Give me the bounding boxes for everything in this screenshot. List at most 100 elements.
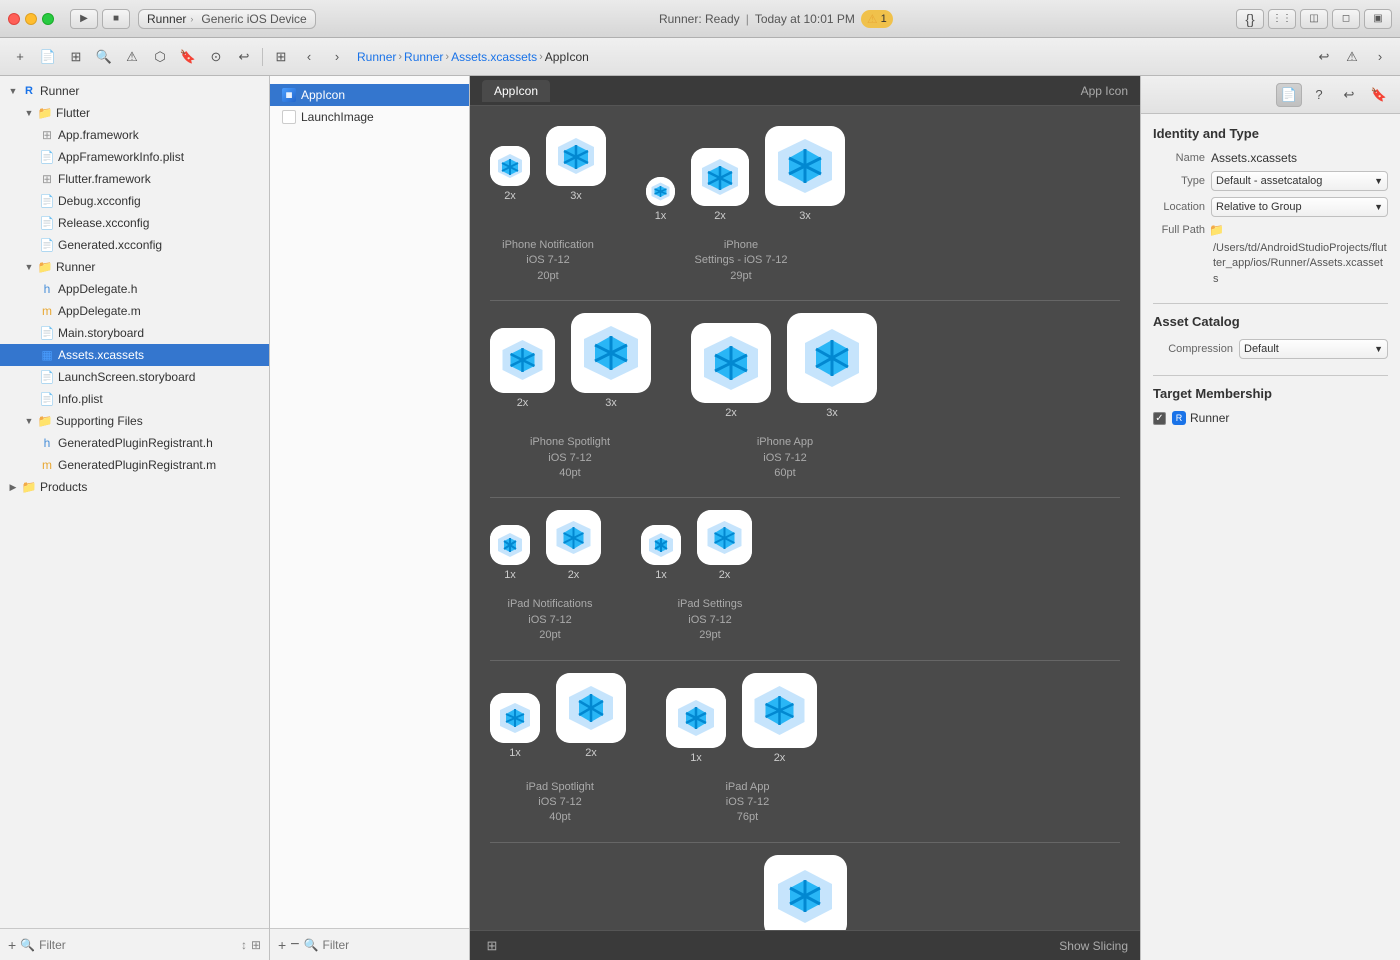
icon-grid[interactable]: 2x 3x [470, 106, 1140, 930]
ipad-settings-2x[interactable]: 2x [697, 510, 752, 581]
filter-sort-icon[interactable]: ↕ [241, 938, 247, 952]
filter-button[interactable]: ⊞ [64, 45, 88, 69]
warning-badge[interactable]: ⚠ 1 [861, 10, 893, 28]
ipad-pro-2x-box[interactable] [764, 855, 847, 930]
stop-button[interactable]: ■ [102, 9, 130, 29]
traffic-lights[interactable] [8, 13, 54, 25]
sidebar-item-generated-xcconfig[interactable]: 📄 Generated.xcconfig [0, 234, 269, 256]
scheme-selector[interactable]: Runner › Generic iOS Device [138, 9, 316, 29]
warning-button[interactable]: ⚠ [120, 45, 144, 69]
iphone-notification-3x-box[interactable] [546, 126, 606, 186]
sidebar-item-products[interactable]: 📁 Products [0, 476, 269, 498]
ipad-spotlight-2x-box[interactable] [556, 673, 626, 743]
ipad-notifications-1x-box[interactable] [490, 525, 530, 565]
iphone-spotlight-3x-box[interactable] [571, 313, 651, 393]
debug-toggle[interactable]: ◻ [1332, 9, 1360, 29]
sidebar-item-main-storyboard[interactable]: 📄 Main.storyboard [0, 322, 269, 344]
playback-controls[interactable]: ▶ ■ [70, 9, 130, 29]
iphone-spotlight-3x[interactable]: 3x [571, 313, 651, 409]
iphone-spotlight-2x-box[interactable] [490, 328, 555, 393]
sidebar-item-flutter-framework[interactable]: ⊞ Flutter.framework [0, 168, 269, 190]
ipad-settings-1x-box[interactable] [641, 525, 681, 565]
breadcrumb-assets[interactable]: Assets.xcassets [451, 50, 537, 64]
search-button[interactable]: 🔍 [92, 45, 116, 69]
next-button[interactable]: › [1368, 45, 1392, 69]
add-asset-button[interactable]: + [278, 937, 286, 953]
ipad-notifications-1x[interactable]: 1x [490, 525, 530, 581]
fullscreen-button[interactable] [42, 13, 54, 25]
iphone-notification-3x[interactable]: 3x [546, 126, 606, 202]
back-button[interactable]: ‹ [297, 45, 321, 69]
sidebar-item-info-plist[interactable]: 📄 Info.plist [0, 388, 269, 410]
sidebar-item-runner-sub[interactable]: 📁 Runner [0, 256, 269, 278]
sidebar-item-debug-xcconfig[interactable]: 📄 Debug.xcconfig [0, 190, 269, 212]
iphone-settings-3x-box[interactable] [765, 126, 845, 206]
sidebar-item-generated-plugin-h[interactable]: h GeneratedPluginRegistrant.h [0, 432, 269, 454]
iphone-notification-2x-box[interactable] [490, 146, 530, 186]
asset-filter-input[interactable] [322, 938, 477, 952]
iphone-notification-2x[interactable]: 2x [490, 146, 530, 202]
history-tab[interactable]: ↩ [1336, 83, 1362, 107]
ipad-notifications-2x-box[interactable] [546, 510, 601, 565]
iphone-settings-2x-box[interactable] [691, 148, 749, 206]
sidebar-item-assets-xcassets[interactable]: ▦ Assets.xcassets [0, 344, 269, 366]
file-item-launchimage[interactable]: LaunchImage [270, 106, 469, 128]
sidebar-item-flutter[interactable]: 📁 Flutter [0, 102, 269, 124]
sidebar-item-appdelegate-m[interactable]: m AppDelegate.m [0, 300, 269, 322]
iphone-app-3x-box[interactable] [787, 313, 877, 403]
path-icon[interactable]: 📁 [1209, 223, 1224, 237]
iphone-settings-1x[interactable]: 1x [646, 177, 675, 222]
bookmark-button[interactable]: 🔖 [176, 45, 200, 69]
quick-help-tab[interactable]: ? [1306, 83, 1332, 107]
file-item-appiconset[interactable]: ▦ AppIcon [270, 84, 469, 106]
sidebar-filter-input[interactable] [39, 938, 237, 952]
close-button[interactable] [8, 13, 20, 25]
ipad-app-2x[interactable]: 2x [742, 673, 817, 764]
ipad-app-1x[interactable]: 1x [666, 688, 726, 764]
iphone-app-3x[interactable]: 3x [787, 313, 877, 419]
ipad-settings-2x-box[interactable] [697, 510, 752, 565]
history-button[interactable]: ↩ [1312, 45, 1336, 69]
runner-target-row[interactable]: ✓ R Runner [1153, 411, 1388, 425]
show-slicing-button[interactable]: Show Slicing [1059, 939, 1128, 953]
refresh-button[interactable]: ↩ [232, 45, 256, 69]
breakpoint-button[interactable]: ⬡ [148, 45, 172, 69]
sidebar-item-appdelegate-h[interactable]: h AppDelegate.h [0, 278, 269, 300]
breadcrumb-runner-root[interactable]: Runner [357, 50, 396, 64]
file-inspector-tab[interactable]: 📄 [1276, 83, 1302, 107]
iphone-settings-1x-box[interactable] [646, 177, 675, 206]
warning-nav-button[interactable]: ⚠ [1340, 45, 1364, 69]
sidebar-item-app-framework[interactable]: ⊞ App.framework [0, 124, 269, 146]
add-file-button[interactable]: + [8, 937, 16, 953]
utilities-toggle[interactable]: ▣ [1364, 9, 1392, 29]
sidebar-item-runner-root[interactable]: R Runner [0, 80, 269, 102]
iphone-settings-2x[interactable]: 2x [691, 148, 749, 222]
appiconset-tab[interactable]: AppIcon [482, 80, 550, 102]
bookmark-tab[interactable]: 🔖 [1366, 83, 1392, 107]
sidebar-item-release-xcconfig[interactable]: 📄 Release.xcconfig [0, 212, 269, 234]
sidebar-item-launchscreen[interactable]: 📄 LaunchScreen.storyboard [0, 366, 269, 388]
sidebar-item-appframeworkinfo[interactable]: 📄 AppFrameworkInfo.plist [0, 146, 269, 168]
filter-options-icon[interactable]: ⊞ [251, 938, 261, 952]
ipad-pro-2x[interactable]: 2x [764, 855, 847, 930]
ipad-spotlight-2x[interactable]: 2x [556, 673, 626, 759]
ipad-app-1x-box[interactable] [666, 688, 726, 748]
sidebar-item-generated-plugin-m[interactable]: m GeneratedPluginRegistrant.m [0, 454, 269, 476]
iphone-settings-3x[interactable]: 3x [765, 126, 845, 222]
navigator-toggle[interactable]: ◫ [1300, 9, 1328, 29]
type-select[interactable]: Default - assetcatalog ▼ [1211, 171, 1388, 191]
run-button[interactable]: ▶ [70, 9, 98, 29]
iphone-app-2x[interactable]: 2x [691, 323, 771, 419]
runner-target-checkbox[interactable]: ✓ [1153, 412, 1166, 425]
find-button[interactable]: ⊙ [204, 45, 228, 69]
titlebar-right[interactable]: {} ⋮⋮ ◫ ◻ ▣ [1236, 9, 1392, 29]
ipad-spotlight-1x[interactable]: 1x [490, 693, 540, 759]
breadcrumb-runner[interactable]: Runner [404, 50, 443, 64]
minimize-button[interactable] [25, 13, 37, 25]
ipad-spotlight-1x-box[interactable] [490, 693, 540, 743]
ipad-app-2x-box[interactable] [742, 673, 817, 748]
ipad-settings-1x[interactable]: 1x [641, 525, 681, 581]
code-review-button[interactable]: {} [1236, 9, 1264, 29]
editor-options-button[interactable]: ⋮⋮ [1268, 9, 1296, 29]
toolbar-right[interactable]: ↩ ⚠ › [1312, 45, 1392, 69]
